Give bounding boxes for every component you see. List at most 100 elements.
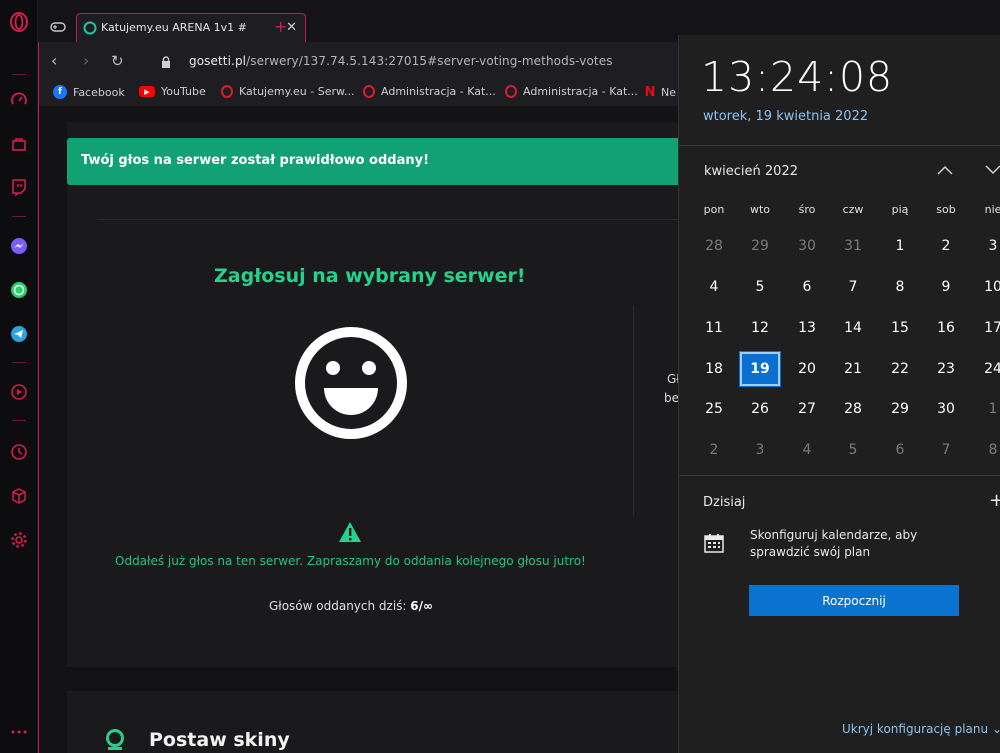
lock-icon (161, 54, 171, 73)
whatsapp-icon[interactable] (9, 280, 29, 300)
more-options-icon[interactable] (9, 722, 29, 742)
calendar-day[interactable]: 17 (972, 310, 1000, 346)
screen: Katujemy.eu ARENA 1v1 # ✕ + ‹ › ↻ gosett… (0, 0, 1000, 753)
calendar-day[interactable]: 8 (972, 432, 1000, 468)
calendar-day[interactable]: 23 (925, 351, 967, 387)
bookmark-facebook[interactable]: f Facebook (53, 85, 125, 99)
opera-sidebar (0, 0, 38, 753)
sidebar-separator (12, 362, 26, 363)
column-divider (633, 306, 634, 516)
history-clock-icon[interactable] (9, 442, 29, 462)
opera-logo-icon[interactable] (9, 12, 29, 32)
calendar-day[interactable]: 27 (786, 391, 828, 427)
extensions-cube-icon[interactable] (9, 486, 29, 506)
calendar-day[interactable]: 26 (739, 391, 781, 427)
calendar-day[interactable]: 15 (879, 310, 921, 346)
calendar-day[interactable]: 2 (693, 432, 735, 468)
calendar-day[interactable]: 25 (693, 391, 735, 427)
reload-icon[interactable]: ↻ (111, 52, 124, 70)
calendar-day[interactable]: 7 (925, 432, 967, 468)
calendar-day[interactable]: 31 (832, 228, 874, 264)
calendar-day[interactable]: 18 (693, 351, 735, 387)
smiley-face-icon (295, 327, 407, 439)
clock-time: 13:24:08 (701, 53, 894, 101)
opera-icon (221, 85, 233, 98)
calendar-day[interactable]: 5 (739, 269, 781, 305)
weekday-label: śro (798, 203, 816, 216)
calendar-day[interactable]: 1 (972, 391, 1000, 427)
calendar-day[interactable]: 12 (739, 310, 781, 346)
bookmark-netflix[interactable]: N Ne (645, 85, 676, 100)
calendar-day[interactable]: 4 (786, 432, 828, 468)
tab-close-icon[interactable]: ✕ (286, 20, 297, 35)
calendar-day[interactable]: 9 (925, 269, 967, 305)
add-event-icon[interactable]: + (989, 490, 1000, 511)
calendar-day[interactable]: 4 (693, 269, 735, 305)
bookmark-youtube[interactable]: ▶ YouTube (139, 85, 206, 98)
month-label[interactable]: kwiecień 2022 (704, 164, 798, 179)
settings-gear-icon[interactable] (9, 530, 29, 550)
chevron-up-icon[interactable] (937, 163, 953, 179)
date-link[interactable]: wtorek, 19 kwietnia 2022 (703, 109, 868, 124)
calendar-day[interactable]: 3 (972, 228, 1000, 264)
calendar-setup-prompt: Skonfiguruj kalendarze, aby sprawdzić sw… (750, 528, 918, 559)
active-tab[interactable]: Katujemy.eu ARENA 1v1 # ✕ (76, 13, 306, 42)
messenger-icon[interactable] (9, 236, 29, 256)
calendar-day[interactable]: 28 (832, 391, 874, 427)
calendar-day[interactable]: 3 (739, 432, 781, 468)
votes-today-label: Głosów oddanych dziś: (269, 599, 411, 613)
calendar-day[interactable]: 30 (925, 391, 967, 427)
calendar-day[interactable]: 22 (879, 351, 921, 387)
back-arrow-icon[interactable]: ‹ (51, 51, 57, 70)
calendar-day[interactable]: 7 (832, 269, 874, 305)
bookmark-label: Facebook (73, 85, 125, 99)
bookmark-katujemy[interactable]: Katujemy.eu - Serw... (221, 85, 354, 98)
player-icon[interactable] (9, 382, 29, 402)
start-button[interactable]: Rozpocznij (749, 585, 959, 616)
bookmark-label: Administracja - Kat... (381, 85, 496, 98)
card-divider (97, 219, 717, 220)
calendar-day[interactable]: 1 (879, 228, 921, 264)
hide-plan-setup-link[interactable]: Ukryj konfigurację planu ⌄ (842, 722, 1000, 736)
calendar-day[interactable]: 14 (832, 310, 874, 346)
calendar-day[interactable]: 29 (879, 391, 921, 427)
forward-arrow-icon[interactable]: › (83, 51, 89, 70)
sidebar-separator (12, 420, 26, 421)
calendar-day[interactable]: 29 (739, 228, 781, 264)
calendar-day[interactable]: 10 (972, 269, 1000, 305)
calendar-day[interactable]: 21 (832, 351, 874, 387)
hide-plan-setup-label: Ukryj konfigurację planu (842, 722, 989, 736)
gamepad-icon[interactable] (50, 18, 66, 37)
calendar-day[interactable]: 13 (786, 310, 828, 346)
url-field[interactable]: gosetti.pl/serwery/137.74.5.143:27015#se… (189, 54, 613, 68)
weekday-label: sob (936, 203, 956, 216)
calendar-day[interactable]: 24 (972, 351, 1000, 387)
chevron-down-icon[interactable] (985, 163, 1000, 179)
calendar-day[interactable]: 5 (832, 432, 874, 468)
weekday-label: pon (703, 203, 725, 216)
calendar-day[interactable]: 20 (786, 351, 828, 387)
speed-dial-icon[interactable] (9, 90, 29, 110)
sidebar-separator (12, 74, 26, 75)
url-host: gosetti.pl (189, 54, 247, 68)
calendar-day[interactable]: 2 (925, 228, 967, 264)
site-favicon-icon (83, 20, 97, 39)
new-tab-icon[interactable]: + (274, 17, 287, 36)
bookmark-administracja-1[interactable]: Administracja - Kat... (363, 85, 496, 98)
calendar-day[interactable]: 8 (879, 269, 921, 305)
calendar-icon (704, 534, 724, 553)
calendar-day[interactable]: 28 (693, 228, 735, 264)
calendar-day[interactable]: 16 (925, 310, 967, 346)
calendar-day[interactable]: 11 (693, 310, 735, 346)
calendar-day[interactable]: 6 (879, 432, 921, 468)
bookmark-label: YouTube (161, 85, 206, 98)
telegram-icon[interactable] (9, 324, 29, 344)
votes-today-value: 6/∞ (410, 599, 434, 613)
bookmark-administracja-2[interactable]: Administracja - Kat... (505, 85, 638, 98)
calendar-day[interactable]: 6 (786, 269, 828, 305)
twitch-icon[interactable] (9, 177, 29, 197)
shopping-bag-icon[interactable] (9, 134, 29, 154)
url-path: /serwery/137.74.5.143:27015#server-votin… (246, 54, 613, 68)
calendar-day-today[interactable]: 19 (739, 351, 781, 387)
calendar-day[interactable]: 30 (786, 228, 828, 264)
